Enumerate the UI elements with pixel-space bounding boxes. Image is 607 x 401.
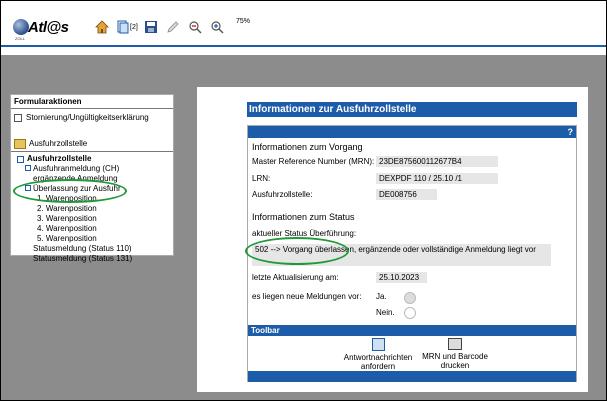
tree-item-label: 4. Warenposition — [37, 224, 97, 234]
cancel-action-item[interactable]: Stornierung/Ungültigkeitserklärung — [11, 109, 173, 125]
app-window: Atl@s ZOLL [2] 75% Formularaktionen Stor… — [0, 0, 607, 401]
radio-yes[interactable] — [404, 292, 416, 304]
toolbar-icons: [2] — [95, 19, 232, 35]
update-value: 25.10.2023 — [376, 272, 427, 283]
tree-item-position-4[interactable]: 4. Warenposition — [11, 224, 173, 234]
pencil-icon[interactable] — [166, 20, 180, 34]
request-icon — [371, 338, 385, 351]
section-process: Informationen zum Vorgang — [252, 142, 363, 152]
tree-item-position-2[interactable]: 2. Warenposition — [11, 204, 173, 214]
separator-strip — [1, 47, 606, 55]
folder-label: Ausfuhrzollstelle — [29, 139, 88, 149]
tree-item-position-5[interactable]: 5. Warenposition — [11, 234, 173, 244]
folder-icon — [14, 139, 26, 149]
radio-no-label: Nein. — [376, 308, 395, 317]
tree-item-export-declaration[interactable]: Ausfuhranmeldung (CH) — [11, 164, 173, 174]
highlight-ellipse — [245, 237, 349, 265]
messages-label: es liegen neue Meldungen vor: — [252, 292, 362, 301]
form-actions-header: Formularaktionen — [11, 95, 173, 109]
mrn-value: 23DE875600112677B4 — [376, 156, 498, 167]
page-title: Informationen zur Ausfuhrzollstelle — [247, 102, 577, 117]
logo-sub: ZOLL — [15, 36, 26, 41]
office-value: DE008756 — [376, 189, 437, 200]
request-answers-button[interactable]: Antwortnachrichten anfordern — [343, 338, 413, 371]
tree-item-label: Statusmeldung (Status 110) — [33, 244, 132, 254]
radio-yes-label: Ja. — [376, 292, 387, 301]
cancel-action-label: Stornierung/Ungültigkeitserklärung — [26, 113, 149, 122]
folder-item[interactable]: Ausfuhrzollstelle — [11, 139, 173, 149]
request-answers-line1: Antwortnachrichten — [343, 353, 413, 362]
tree-item-label: Statusmeldung (Status 131) — [33, 254, 133, 264]
save-icon[interactable] — [144, 20, 158, 34]
atlas-logo: Atl@s ZOLL — [13, 19, 71, 41]
tree-item-label: 2. Warenposition — [37, 204, 97, 214]
tree-item-label: 5. Warenposition — [37, 234, 97, 244]
tree-item-label: Ausfuhranmeldung (CH) — [33, 164, 120, 174]
toolbar-footer — [248, 371, 576, 382]
zoom-out-icon[interactable] — [188, 20, 202, 34]
highlight-ellipse — [13, 179, 127, 203]
toolbar-header: Toolbar — [248, 325, 576, 336]
tree-toggle-icon[interactable] — [17, 155, 24, 163]
tree-toggle-icon — [25, 165, 31, 172]
request-answers-line2: anfordern — [360, 362, 396, 371]
left-panel: Formularaktionen Stornierung/Ungültigkei… — [10, 94, 174, 263]
section-status: Informationen zum Status — [252, 212, 355, 222]
mrn-label: Master Reference Number (MRN): — [252, 157, 375, 166]
pages-icon[interactable] — [117, 20, 129, 34]
main-content: Informationen zur Ausfuhrzollstelle ? In… — [197, 87, 588, 392]
lrn-label: LRN: — [252, 174, 271, 183]
globe-icon — [13, 19, 29, 35]
page-count: [2] — [130, 23, 138, 31]
top-toolbar: Atl@s ZOLL [2] 75% — [1, 1, 606, 47]
help-icon[interactable]: ? — [568, 127, 574, 137]
office-label: Ausfuhrzollstelle: — [252, 190, 313, 199]
form-header-bar: ? — [248, 126, 576, 138]
print-mrn-button[interactable]: MRN und Barcode drucken — [420, 338, 490, 370]
tree-root-label: Ausfuhrzollstelle — [27, 154, 92, 164]
printer-icon — [448, 338, 462, 350]
tree-root[interactable]: Ausfuhrzollstelle — [11, 154, 173, 164]
home-icon[interactable] — [95, 20, 109, 34]
logo-text: Atl@s — [28, 19, 69, 36]
zoom-in-icon[interactable] — [210, 20, 224, 34]
tree-item-label: 3. Warenposition — [37, 214, 97, 224]
checkbox-icon — [14, 113, 22, 122]
tree-item-status-131[interactable]: Statusmeldung (Status 131) — [11, 254, 173, 264]
radio-no[interactable] — [404, 307, 416, 319]
print-mrn-line2: drucken — [440, 361, 470, 370]
update-label: letzte Aktualisierung am: — [252, 273, 339, 282]
tree-item-status-110[interactable]: Statusmeldung (Status 110) — [11, 244, 173, 254]
tree-item-position-3[interactable]: 3. Warenposition — [11, 214, 173, 224]
divider — [11, 151, 173, 153]
lrn-value: DEXPDF 110 / 25.10 /1 — [376, 173, 498, 184]
zoom-level: 75% — [236, 18, 251, 25]
print-mrn-line1: MRN und Barcode — [422, 352, 488, 361]
